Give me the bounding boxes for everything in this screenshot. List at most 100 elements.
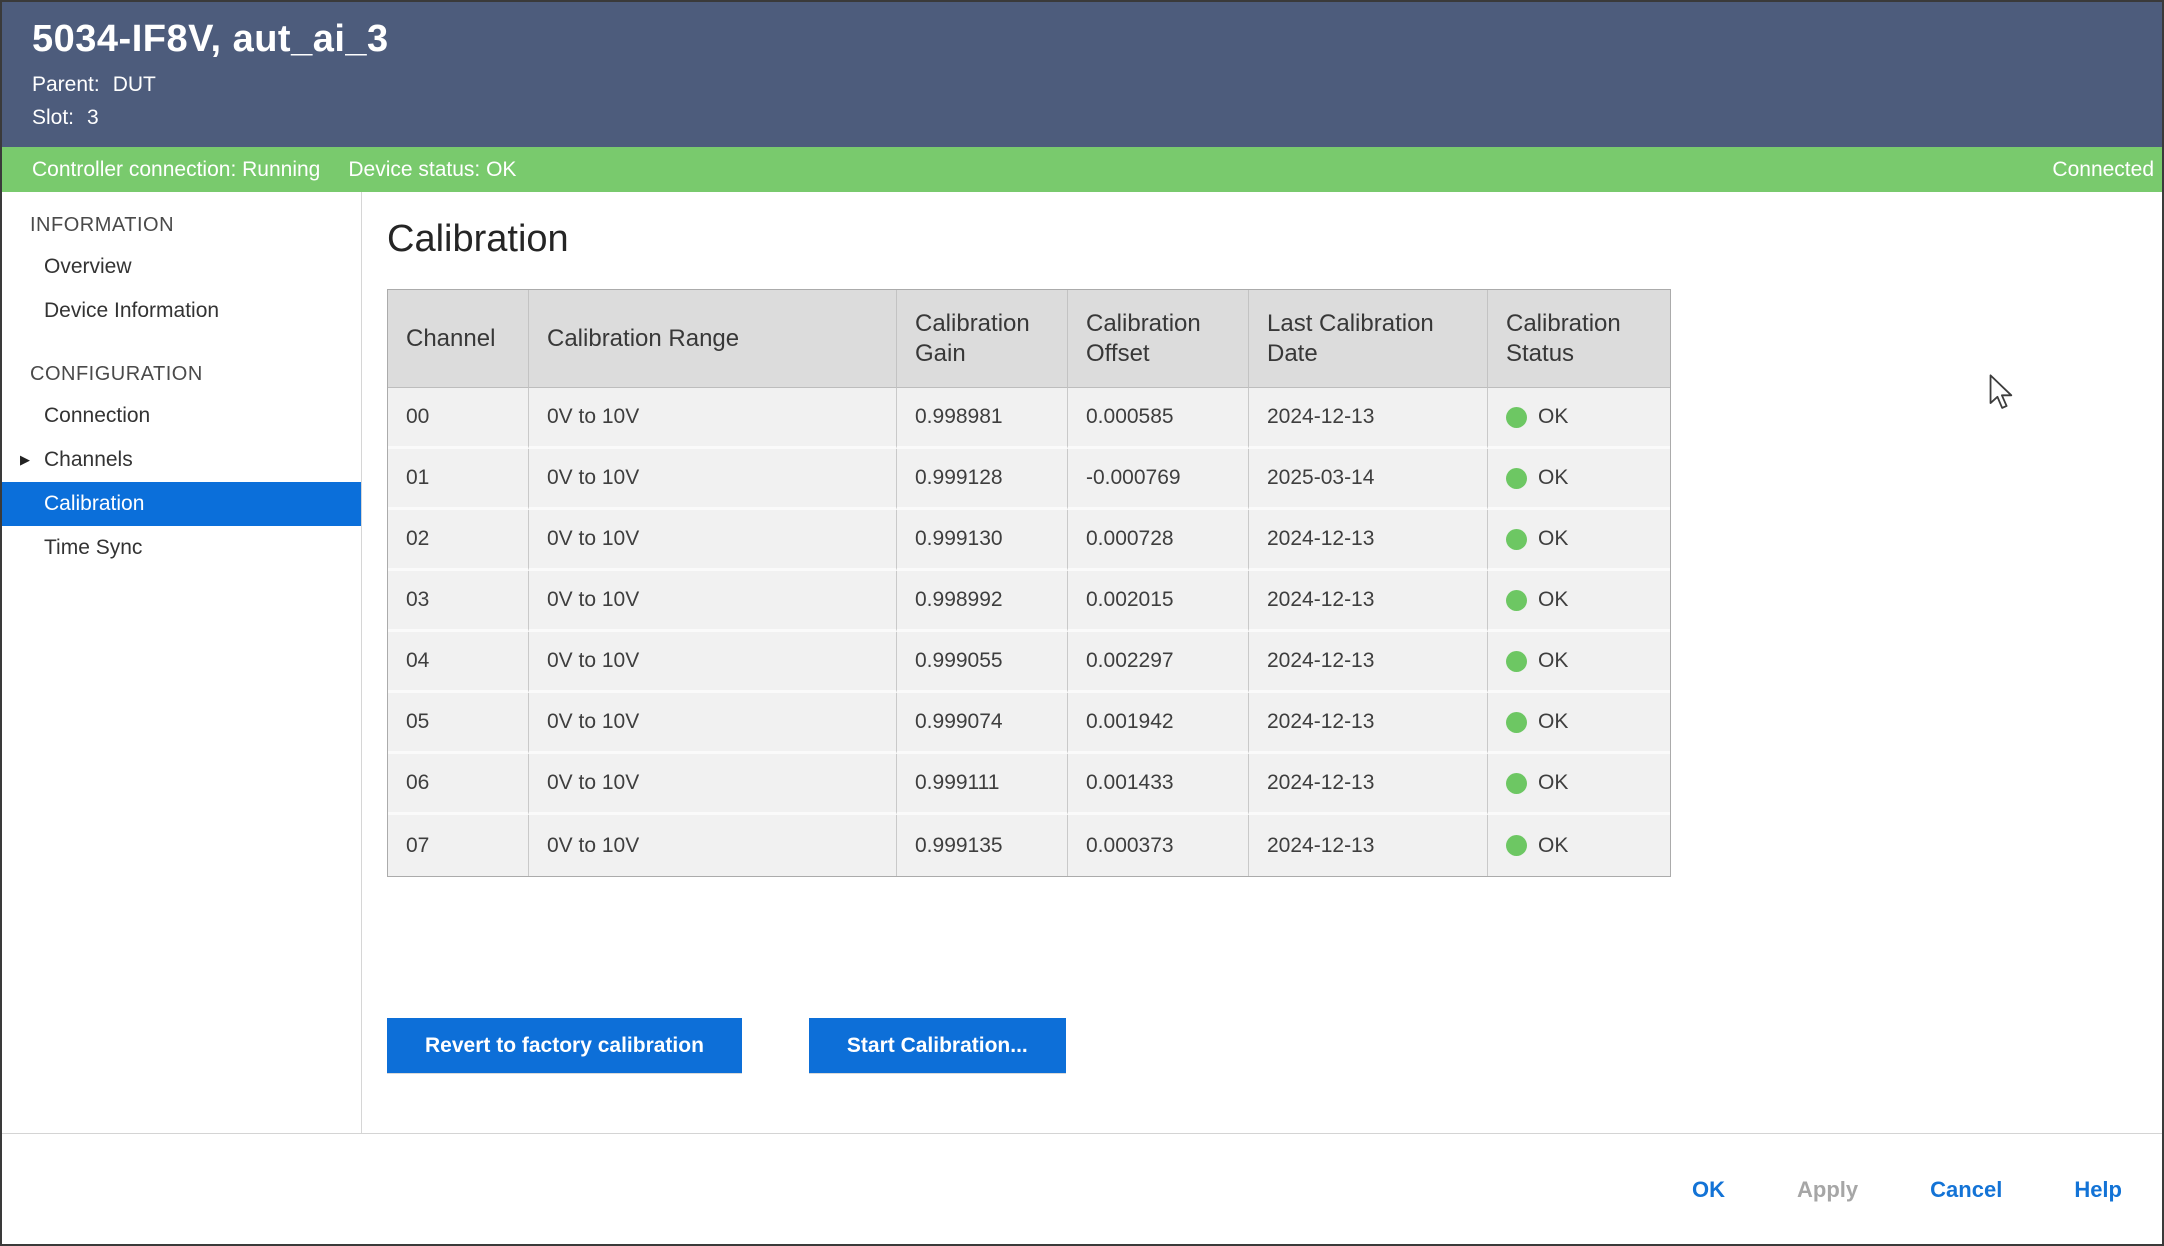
sidebar-item-device-information[interactable]: Device Information — [2, 289, 361, 333]
sidebar-item-channels[interactable]: ▶ Channels — [2, 438, 361, 482]
col-header-range: Calibration Range — [529, 290, 897, 388]
sidebar-item-label: Device Information — [44, 299, 219, 323]
status-bar: Controller connection: Running Device st… — [2, 147, 2162, 192]
cell-date: 2024-12-13 — [1249, 388, 1488, 449]
cell-date: 2024-12-13 — [1249, 754, 1488, 815]
sidebar-item-label: Overview — [44, 255, 132, 279]
cell-range: 0V to 10V — [529, 815, 897, 876]
cell-channel: 00 — [388, 388, 529, 449]
main-panel: Calibration Channel Calibration Range Ca… — [362, 192, 2162, 1133]
cell-channel: 07 — [388, 815, 529, 876]
slot-label: Slot: — [32, 106, 74, 129]
table-row: 05 0V to 10V 0.999074 0.001942 2024-12-1… — [388, 693, 1670, 754]
status-bar-left: Controller connection: Running Device st… — [32, 158, 516, 182]
cell-date: 2024-12-13 — [1249, 510, 1488, 571]
cancel-button[interactable]: Cancel — [1930, 1177, 2002, 1203]
status-ok-icon — [1506, 712, 1527, 733]
cell-range: 0V to 10V — [529, 510, 897, 571]
parent-value: DUT — [113, 73, 156, 96]
expand-arrow-icon[interactable]: ▶ — [20, 452, 30, 468]
cell-offset: 0.000728 — [1068, 510, 1249, 571]
ok-button[interactable]: OK — [1692, 1177, 1725, 1203]
cell-status: OK — [1488, 754, 1670, 815]
cell-date: 2025-03-14 — [1249, 449, 1488, 510]
status-label: OK — [1538, 588, 1568, 612]
cell-status: OK — [1488, 693, 1670, 754]
sidebar-item-connection[interactable]: Connection — [2, 394, 361, 438]
calibration-actions: Revert to factory calibration Start Cali… — [387, 1018, 2162, 1073]
col-header-gain: Calibration Gain — [897, 290, 1068, 388]
status-ok-icon — [1506, 651, 1527, 672]
table-row: 02 0V to 10V 0.999130 0.000728 2024-12-1… — [388, 510, 1670, 571]
table-row: 00 0V to 10V 0.998981 0.000585 2024-12-1… — [388, 388, 1670, 449]
cell-channel: 04 — [388, 632, 529, 693]
dialog-footer: OK Apply Cancel Help — [2, 1133, 2162, 1245]
cell-gain: 0.999074 — [897, 693, 1068, 754]
help-button[interactable]: Help — [2074, 1177, 2122, 1203]
status-label: OK — [1538, 649, 1568, 673]
status-ok-icon — [1506, 773, 1527, 794]
cell-gain: 0.999111 — [897, 754, 1068, 815]
device-configuration-window: 5034-IF8V, aut_ai_3 Parent: DUT Slot: 3 Co… — [0, 0, 2164, 1246]
status-label: OK — [1538, 710, 1568, 734]
controller-connection-status: Controller connection: Running — [32, 158, 320, 182]
cell-status: OK — [1488, 449, 1670, 510]
cell-gain: 0.999130 — [897, 510, 1068, 571]
cell-channel: 05 — [388, 693, 529, 754]
cell-offset: 0.001433 — [1068, 754, 1249, 815]
col-header-status: Calibration Status — [1488, 290, 1670, 388]
cell-offset: -0.000769 — [1068, 449, 1249, 510]
cell-gain: 0.999128 — [897, 449, 1068, 510]
parent-label: Parent: — [32, 73, 100, 96]
cell-status: OK — [1488, 388, 1670, 449]
cell-gain: 0.998981 — [897, 388, 1068, 449]
cell-date: 2024-12-13 — [1249, 571, 1488, 632]
revert-factory-calibration-button[interactable]: Revert to factory calibration — [387, 1018, 742, 1073]
sidebar-item-calibration[interactable]: Calibration — [2, 482, 361, 526]
status-label: OK — [1538, 527, 1568, 551]
cell-offset: 0.002297 — [1068, 632, 1249, 693]
table-row: 03 0V to 10V 0.998992 0.002015 2024-12-1… — [388, 571, 1670, 632]
sidebar-item-label: Connection — [44, 404, 150, 428]
section-information: INFORMATION — [2, 204, 361, 245]
titlebar: 5034-IF8V, aut_ai_3 Parent: DUT Slot: 3 — [2, 2, 2162, 147]
start-calibration-button[interactable]: Start Calibration... — [809, 1018, 1066, 1073]
status-ok-icon — [1506, 835, 1527, 856]
cell-date: 2024-12-13 — [1249, 693, 1488, 754]
parent-row: Parent: DUT — [32, 73, 2162, 97]
content-area: INFORMATION Overview Device Information … — [2, 192, 2162, 1133]
cell-gain: 0.999135 — [897, 815, 1068, 876]
cell-status: OK — [1488, 815, 1670, 876]
cell-channel: 02 — [388, 510, 529, 571]
status-label: OK — [1538, 405, 1568, 429]
cell-range: 0V to 10V — [529, 449, 897, 510]
sidebar-item-overview[interactable]: Overview — [2, 245, 361, 289]
cell-gain: 0.999055 — [897, 632, 1068, 693]
page-title: Calibration — [387, 218, 2162, 261]
cell-status: OK — [1488, 571, 1670, 632]
status-ok-icon — [1506, 468, 1527, 489]
status-ok-icon — [1506, 407, 1527, 428]
status-ok-icon — [1506, 590, 1527, 611]
table-row: 07 0V to 10V 0.999135 0.000373 2024-12-1… — [388, 815, 1670, 876]
cell-status: OK — [1488, 510, 1670, 571]
status-ok-icon — [1506, 529, 1527, 550]
cell-range: 0V to 10V — [529, 693, 897, 754]
sidebar-item-time-sync[interactable]: Time Sync — [2, 526, 361, 570]
apply-button[interactable]: Apply — [1797, 1177, 1858, 1203]
cell-channel: 01 — [388, 449, 529, 510]
table-header-row: Channel Calibration Range Calibration Ga… — [388, 290, 1670, 388]
sidebar-item-label: Calibration — [44, 492, 144, 516]
device-title: 5034-IF8V, aut_ai_3 — [32, 18, 2162, 61]
slot-value: 3 — [87, 106, 99, 129]
cell-gain: 0.998992 — [897, 571, 1068, 632]
cell-range: 0V to 10V — [529, 754, 897, 815]
device-status: Device status: OK — [348, 158, 516, 182]
status-label: OK — [1538, 834, 1568, 858]
sidebar: INFORMATION Overview Device Information … — [2, 192, 362, 1133]
cell-offset: 0.002015 — [1068, 571, 1249, 632]
cell-date: 2024-12-13 — [1249, 815, 1488, 876]
table-row: 04 0V to 10V 0.999055 0.002297 2024-12-1… — [388, 632, 1670, 693]
cell-range: 0V to 10V — [529, 388, 897, 449]
status-label: OK — [1538, 771, 1568, 795]
